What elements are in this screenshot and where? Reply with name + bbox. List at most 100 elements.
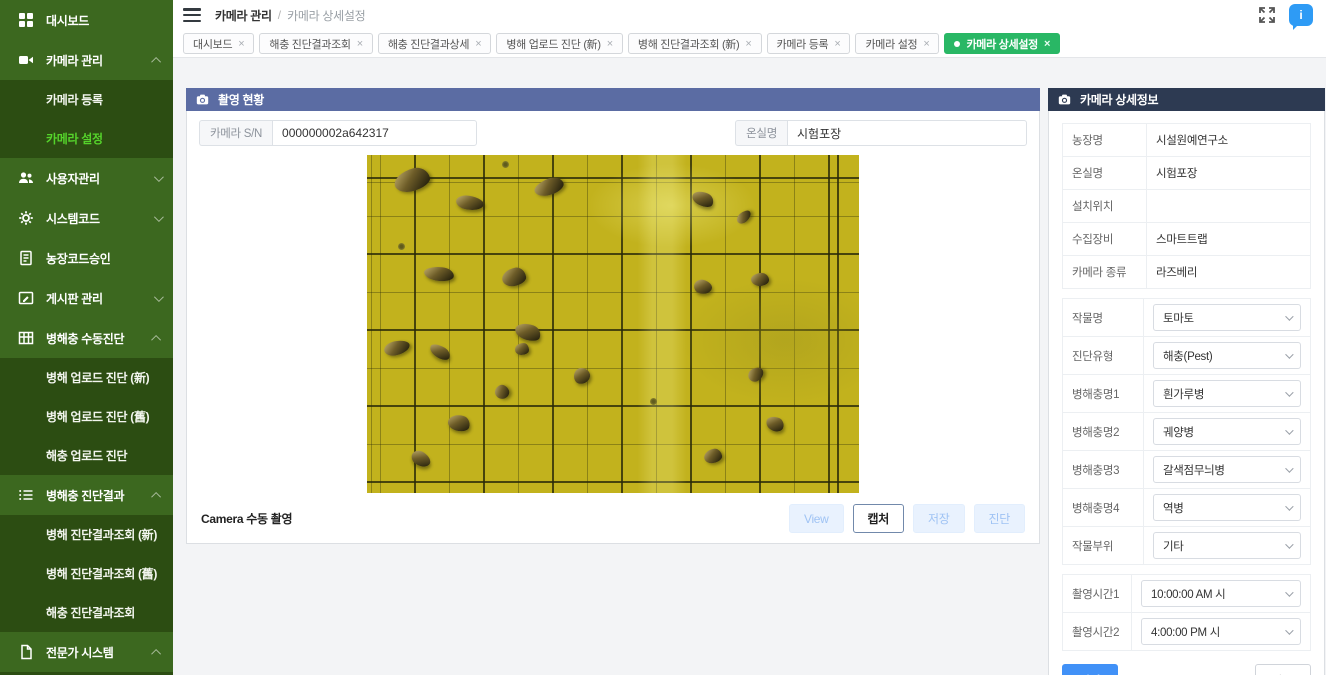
select-value: 기타 — [1163, 538, 1184, 554]
camera-icon — [1058, 93, 1071, 106]
main-area: 카메라 관리 / 카메라 상세설정 i 대시보드×해충 진단결과조회×해충 진단… — [173, 0, 1326, 675]
tab-6[interactable]: 카메라 등록 × — [767, 33, 851, 54]
chevron-down-icon — [1285, 388, 1293, 396]
trapped-insect — [392, 164, 432, 195]
sidebar-item-label: 전문가 시스템 — [46, 644, 154, 661]
sidebar: 대시보드카메라 관리카메라 등록카메라 설정사용자관리시스템코드농장코드승인게시… — [0, 0, 173, 675]
sidebar-item-5[interactable]: 농장코드승인 — [0, 238, 173, 278]
sidebar-item-9[interactable]: 전문가 시스템 — [0, 632, 173, 672]
capture-status-panel: 촬영 현황 카메라 S/N 온실명 Camera 수동 촬영 Vie — [186, 88, 1040, 544]
sidebar-subitem[interactable]: 병해 업로드 진단 (舊) — [0, 397, 173, 436]
chevron-down-icon — [1285, 464, 1293, 472]
trapped-insect — [493, 383, 512, 402]
sidebar-item-label: 병해충 진단결과 — [46, 487, 154, 504]
tab-4[interactable]: 병해 업로드 진단 (新)× — [496, 33, 623, 54]
tab-close-icon[interactable]: × — [607, 38, 613, 50]
detail-panel-body: 농장명시설원예연구소온실명시험포장설치위치수집장비스마트트랩카메라 종류라즈베리… — [1048, 111, 1325, 675]
save-button[interactable]: 저장 — [1062, 664, 1118, 675]
캡처-button[interactable]: 캡처 — [853, 504, 904, 533]
board-pen-icon — [17, 290, 34, 307]
tab-close-icon[interactable]: × — [475, 38, 481, 50]
tab-label: 카메라 등록 — [777, 36, 829, 52]
row-value: 시설원예연구소 — [1147, 124, 1311, 157]
tab-1[interactable]: 대시보드 × — [183, 33, 254, 54]
sidebar-subitem[interactable]: 카메라 등록 — [0, 80, 173, 119]
저장-button[interactable]: 저장 — [913, 504, 964, 533]
camera-sn-field: 카메라 S/N — [199, 120, 477, 146]
sidebar-subitem[interactable]: 병해 진단결과조회 (新) — [0, 515, 173, 554]
trap-hole — [398, 243, 405, 250]
sidebar-subitem[interactable]: 카메라 설정 — [0, 119, 173, 158]
active-tab-dot — [954, 41, 960, 47]
row-value: 기타 — [1144, 527, 1311, 565]
sidebar-subitem[interactable]: 병해 진단결과조회 (舊) — [0, 554, 173, 593]
trapped-insect — [515, 343, 529, 355]
tab-8[interactable]: 카메라 상세설정 × — [944, 33, 1060, 54]
close-button[interactable]: 닫기 — [1255, 664, 1311, 675]
dashboard-icon — [17, 12, 34, 29]
tab-close-icon[interactable]: × — [357, 38, 363, 50]
sidebar-subitem[interactable]: 병해 업로드 진단 (新) — [0, 358, 173, 397]
select-병해충명4[interactable]: 역병 — [1153, 494, 1301, 521]
sidebar-subitem[interactable]: 해충 업로드 진단 — [0, 436, 173, 475]
tab-close-icon[interactable]: × — [238, 38, 244, 50]
greenhouse-label: 온실명 — [735, 120, 787, 146]
table-row: 농장명시설원예연구소 — [1063, 124, 1311, 157]
select-병해충명1[interactable]: 흰가루병 — [1153, 380, 1301, 407]
sidebar-item-7[interactable]: 병해충 수동진단 — [0, 318, 173, 358]
row-label: 농장명 — [1063, 124, 1147, 157]
breadcrumb-section[interactable]: 카메라 관리 — [215, 7, 272, 24]
sticky-trap-photo — [367, 155, 859, 493]
tab-7[interactable]: 카메라 설정 × — [855, 33, 939, 54]
greenhouse-input[interactable] — [787, 120, 1027, 146]
trapped-insect — [423, 265, 454, 282]
trapped-insect — [703, 448, 723, 465]
sidebar-subitem[interactable]: 해충 진단결과조회 — [0, 593, 173, 632]
tab-close-icon[interactable]: × — [1044, 38, 1050, 50]
sidebar-item-8[interactable]: 병해충 진단결과 — [0, 475, 173, 515]
tab-label: 카메라 상세설정 — [966, 36, 1038, 52]
diagnosis-select-table: 작물명토마토진단유형해충(Pest)병해충명1흰가루병병해충명2궤양병병해충명3… — [1062, 298, 1311, 565]
chevron-down-icon — [1285, 588, 1293, 596]
select-value: 10:00:00 AM 시 — [1151, 586, 1225, 602]
trapped-insect — [746, 365, 766, 384]
select-병해충명3[interactable]: 갈색점무늬병 — [1153, 456, 1301, 483]
fullscreen-icon[interactable] — [1259, 7, 1275, 23]
select-촬영시간1[interactable]: 10:00:00 AM 시 — [1141, 580, 1301, 607]
table-row: 촬영시간2 4:00:00 PM 시 — [1063, 613, 1311, 651]
submenu: 병해 진단결과조회 (新)병해 진단결과조회 (舊)해충 진단결과조회 — [0, 515, 173, 632]
tab-close-icon[interactable]: × — [923, 38, 929, 50]
table-row: 작물부위기타 — [1063, 527, 1311, 565]
trapped-insect — [513, 320, 543, 344]
row-label: 촬영시간2 — [1063, 613, 1132, 651]
sidebar-item-4[interactable]: 시스템코드 — [0, 198, 173, 238]
row-value: 10:00:00 AM 시 — [1132, 575, 1311, 613]
select-진단유형[interactable]: 해충(Pest) — [1153, 342, 1301, 369]
tab-3[interactable]: 해충 진단결과상세× — [378, 33, 491, 54]
진단-button[interactable]: 진단 — [974, 504, 1025, 533]
tab-close-icon[interactable]: × — [745, 38, 751, 50]
chat-info-icon[interactable]: i — [1289, 4, 1313, 26]
sidebar-item-2[interactable]: 카메라 관리 — [0, 40, 173, 80]
tab-5[interactable]: 병해 진단결과조회 (新)× — [628, 33, 762, 54]
select-작물명[interactable]: 토마토 — [1153, 304, 1301, 331]
file-icon — [17, 644, 34, 661]
tab-close-icon[interactable]: × — [834, 38, 840, 50]
select-촬영시간2[interactable]: 4:00:00 PM 시 — [1141, 618, 1301, 645]
hamburger-menu-icon[interactable] — [183, 8, 201, 22]
manual-capture-label: Camera 수동 촬영 — [201, 510, 292, 527]
sidebar-item-1[interactable]: 대시보드 — [0, 0, 173, 40]
view-button[interactable]: View — [789, 504, 844, 533]
tab-label: 카메라 설정 — [865, 36, 917, 52]
camera-sn-input[interactable] — [272, 120, 477, 146]
tab-2[interactable]: 해충 진단결과조회× — [259, 33, 372, 54]
sidebar-item-6[interactable]: 게시판 관리 — [0, 278, 173, 318]
camera-icon — [196, 93, 209, 106]
select-병해충명2[interactable]: 궤양병 — [1153, 418, 1301, 445]
select-value: 흰가루병 — [1163, 386, 1204, 402]
select-작물부위[interactable]: 기타 — [1153, 532, 1301, 559]
tab-label: 대시보드 — [193, 36, 232, 52]
sidebar-item-3[interactable]: 사용자관리 — [0, 158, 173, 198]
submenu: 카메라 등록카메라 설정 — [0, 80, 173, 158]
row-value: 4:00:00 PM 시 — [1132, 613, 1311, 651]
